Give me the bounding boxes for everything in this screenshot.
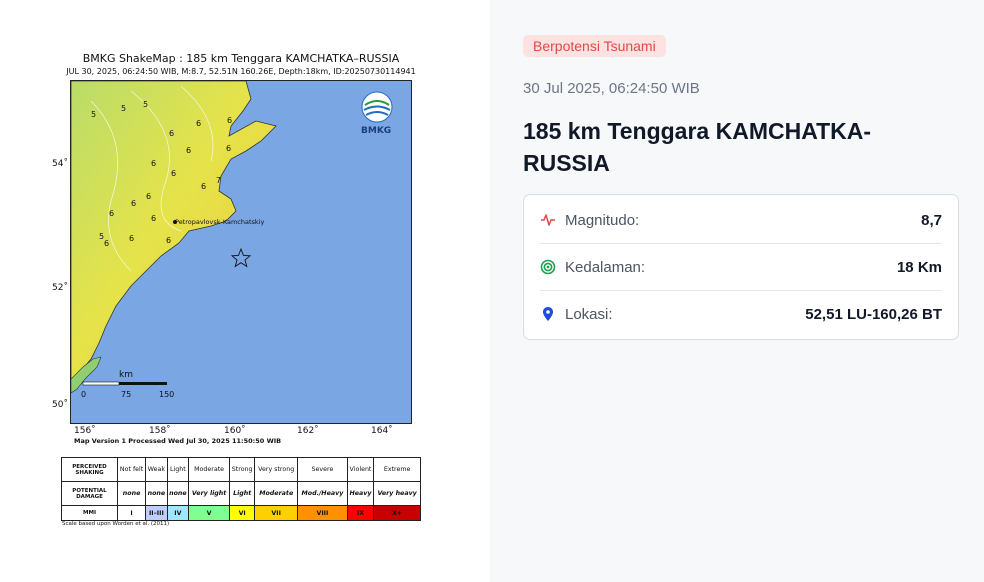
lon-label: 158˚ (149, 426, 171, 436)
lon-label: 160˚ (224, 426, 246, 436)
mmi-label: 6 (171, 169, 176, 178)
lat-label: 52˚ (52, 283, 68, 293)
depth-value: 18 Km (896, 258, 942, 276)
mmi-label: 6 (169, 129, 174, 138)
mmi-label: 6 (129, 234, 134, 243)
scale-bar: km 0 75 150 (81, 370, 174, 399)
legend-cell: none (166, 481, 190, 507)
mmi-label: 6 (201, 182, 206, 191)
mmi-label: 5 (91, 110, 96, 119)
scale-tick: 75 (121, 390, 131, 399)
map-version-note: Map Version 1 Processed Wed Jul 30, 2025… (74, 437, 282, 445)
legend-cell: Moderate (254, 481, 299, 507)
map-pin-icon (540, 306, 556, 322)
mmi-label: 6 (146, 192, 151, 201)
legend-header: POTENTIAL DAMAGE (61, 481, 118, 507)
mmi-label: 6 (227, 116, 232, 125)
legend-cell: VI (229, 505, 256, 521)
mmi-label: 5 (143, 100, 148, 109)
scale-tick: 0 (81, 390, 86, 399)
depth-label: Kedalaman: (565, 258, 646, 276)
legend-cell: Violent (346, 456, 375, 483)
location-label: Lokasi: (565, 305, 613, 323)
magnitude-row: Magnitudo: 8,7 (540, 197, 942, 243)
lon-label: 164˚ (371, 426, 393, 436)
legend-mmi-row: MMI I II–III IV V VI VII VIII IX X+ (61, 505, 421, 521)
legend-damage-row: POTENTIAL DAMAGE none none none Very lig… (61, 481, 421, 507)
legend-cell: Mod./Heavy (297, 481, 348, 507)
magnitude-value: 8,7 (921, 211, 942, 229)
legend-cell: Very light (188, 481, 231, 507)
mmi-label: 6 (226, 144, 231, 153)
depth-row: Kedalaman: 18 Km (540, 243, 942, 290)
activity-icon (540, 212, 556, 228)
mmi-label: 6 (151, 214, 156, 223)
legend-cell: I (116, 505, 147, 521)
shakemap-subtitle: JUL 30, 2025, 06:24:50 WIB, M:8.7, 52.51… (66, 67, 416, 76)
legend-cell: Moderate (188, 456, 231, 483)
tsunami-badge: Berpotensi Tsunami (523, 35, 666, 57)
legend-cell: Very strong (254, 456, 299, 483)
legend-cell: II–III (145, 505, 168, 521)
mmi-label: 6 (166, 236, 171, 245)
legend-cell: none (145, 481, 168, 507)
bmkg-logo: BMKG (361, 91, 393, 136)
location-value: 52,51 LU-160,26 BT (805, 305, 942, 323)
lon-label: 156˚ (74, 426, 96, 436)
mmi-legend: PERCEIVED SHAKING Not felt Weak Light Mo… (61, 456, 421, 521)
legend-cell: Strong (229, 456, 256, 483)
mmi-label: 6 (196, 119, 201, 128)
mmi-label: 7 (216, 176, 221, 185)
mmi-label: 6 (104, 239, 109, 248)
lat-label: 50˚ (52, 400, 68, 410)
legend-header: PERCEIVED SHAKING (61, 456, 118, 483)
mmi-label: 6 (109, 209, 114, 218)
legend-cell: VII (254, 505, 299, 521)
legend-header: MMI (61, 505, 118, 521)
city-label: Petropavlovsk-Kamchatskiy (175, 218, 264, 226)
legend-cell: none (116, 481, 147, 507)
kamchatka-landmass (71, 81, 277, 382)
legend-cell: VIII (297, 505, 348, 521)
event-datetime: 30 Jul 2025, 06:24:50 WIB (523, 80, 700, 97)
target-icon (540, 259, 556, 275)
legend-cell: Extreme (373, 456, 421, 483)
lon-label: 162˚ (297, 426, 319, 436)
mmi-label: 6 (151, 159, 156, 168)
legend-cell: IX (346, 505, 375, 521)
shakemap-title: BMKG ShakeMap : 185 km Tenggara KAMCHATK… (82, 52, 400, 65)
epicenter-star-icon (230, 247, 252, 268)
shakemap-panel: BMKG ShakeMap : 185 km Tenggara KAMCHATK… (0, 0, 490, 582)
legend-cell: Light (229, 481, 256, 507)
legend-cell: Light (166, 456, 190, 483)
bmkg-logo-text: BMKG (361, 126, 391, 136)
legend-cell: Heavy (346, 481, 375, 507)
map-svg: 5 5 5 6 6 6 6 6 6 6 6 6 6 6 6 5 6 7 6 6 (71, 81, 393, 399)
mmi-label: 6 (186, 146, 191, 155)
scale-note: Scale based upon Worden et al. (2011) (62, 521, 170, 527)
scale-label: km (119, 370, 133, 380)
legend-cell: IV (166, 505, 190, 521)
legend-shaking-row: PERCEIVED SHAKING Not felt Weak Light Mo… (61, 456, 421, 483)
event-title: 185 km Tenggara KAMCHATKA-RUSSIA (523, 118, 872, 176)
lat-label: 54˚ (52, 159, 68, 169)
mmi-label: 5 (121, 104, 126, 113)
magnitude-label: Magnitudo: (565, 211, 640, 229)
legend-cell: Severe (297, 456, 348, 483)
legend-cell: Weak (145, 456, 168, 483)
legend-cell: Not felt (116, 456, 147, 483)
legend-cell: X+ (373, 505, 421, 521)
legend-cell: Very heavy (373, 481, 421, 507)
shakemap-image: 5 5 5 6 6 6 6 6 6 6 6 6 6 6 6 5 6 7 6 6 (70, 80, 412, 424)
event-details-card: Magnitudo: 8,7 Kedalaman: 18 Km Lokasi: … (523, 194, 959, 340)
location-row: Lokasi: 52,51 LU-160,26 BT (540, 290, 942, 337)
mmi-label: 6 (131, 199, 136, 208)
scale-tick: 150 (159, 390, 174, 399)
legend-cell: V (188, 505, 231, 521)
